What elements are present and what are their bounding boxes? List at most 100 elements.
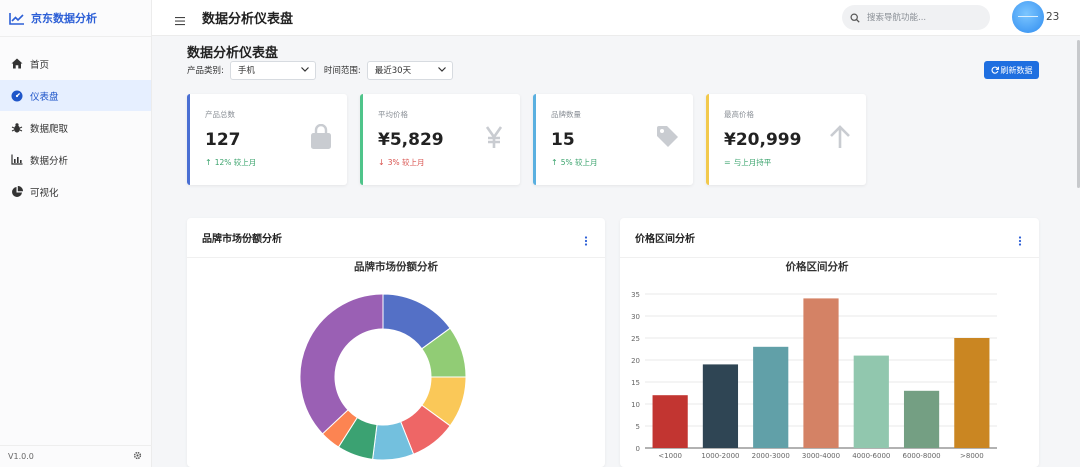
tag-icon: [655, 124, 679, 150]
sidebar-item-label: 仪表盘: [30, 91, 59, 103]
gear-icon[interactable]: [133, 451, 142, 462]
topbar-title: 数据分析仪表盘: [202, 12, 294, 27]
bar[interactable]: [954, 338, 990, 448]
price-range-chart: 价格区间分析 0 5 10 15 20 25 30 35 <1000 1000-2000 2000-3…: [631, 260, 997, 460]
bar[interactable]: [652, 395, 688, 448]
arrow-down-icon: ↓: [378, 158, 385, 167]
stat-trend-text: 3% 较上月: [387, 158, 425, 167]
more-options-icon[interactable]: [581, 232, 591, 246]
y-tick-label: 0: [636, 445, 640, 453]
x-tick-label: 3000-4000: [802, 452, 840, 460]
range-label: 时间范围:: [323, 66, 361, 76]
chart-title: 价格区间分析: [786, 260, 849, 273]
arrow-up-icon: ↑: [551, 158, 558, 167]
stat-card-products: 产品总数 127 ↑ 12% 较上月: [187, 94, 347, 185]
brand-title: 京东数据分析: [31, 12, 97, 25]
sidebar-footer: V1.0.0: [0, 445, 152, 467]
brand-share-chart: 品牌市场份额分析: [299, 260, 467, 461]
sidebar-item-analysis[interactable]: 数据分析: [0, 144, 151, 175]
panel-header: 品牌市场份额分析: [187, 218, 605, 258]
stat-value: ¥20,999: [724, 130, 802, 150]
chevron-down-icon: [300, 65, 309, 75]
sidebar-item-visualize[interactable]: 可视化: [0, 176, 151, 207]
bar[interactable]: [853, 355, 889, 448]
x-tick-label: 1000-2000: [701, 452, 739, 460]
y-tick-label: 10: [631, 401, 640, 409]
x-tick-label: <1000: [658, 452, 682, 460]
stat-value: 127: [205, 130, 241, 150]
panel-title: 价格区间分析: [635, 234, 695, 245]
equals-icon: =: [724, 158, 731, 167]
stat-trend-text: 与上月持平: [733, 158, 772, 167]
search-box[interactable]: [842, 5, 990, 30]
panel-header: 价格区间分析: [620, 218, 1039, 258]
pie-slice[interactable]: [299, 293, 384, 435]
stat-label: 产品总数: [205, 110, 235, 119]
search-input[interactable]: [865, 11, 987, 24]
stat-label: 最高价格: [724, 110, 754, 119]
stat-value: ¥5,829: [378, 130, 444, 150]
stat-trend: ↑ 5% 较上月: [551, 157, 598, 168]
stat-trend-text: 5% 较上月: [560, 158, 598, 167]
sidebar-item-home[interactable]: 首页: [0, 48, 151, 79]
range-select[interactable]: 最近30天: [366, 60, 453, 80]
bar[interactable]: [803, 298, 839, 448]
sidebar-item-crawl[interactable]: 数据爬取: [0, 112, 151, 143]
more-options-icon[interactable]: [1015, 232, 1025, 246]
chart-line-icon: [9, 12, 24, 25]
stat-value: 15: [551, 130, 575, 150]
sidebar-item-label: 数据分析: [30, 155, 69, 167]
range-select-value: 最近30天: [374, 66, 412, 76]
stat-trend-text: 12% 较上月: [214, 158, 257, 167]
topbar: 数据分析仪表盘 23: [152, 0, 1080, 36]
menu-toggle-icon[interactable]: [175, 11, 186, 26]
x-tick-label: 2000-3000: [752, 452, 790, 460]
y-tick-label: 30: [631, 313, 640, 321]
refresh-button[interactable]: 刷新数据: [984, 61, 1039, 79]
arrow-up-icon: [828, 124, 852, 150]
y-tick-label: 20: [631, 357, 640, 365]
y-tick-label: 35: [631, 291, 640, 299]
user-name-text[interactable]: 23: [1046, 11, 1059, 23]
stat-label: 平均价格: [378, 110, 408, 119]
arrow-up-icon: ↑: [205, 158, 212, 167]
sidebar-item-label: 数据爬取: [30, 123, 69, 135]
refresh-label: 刷新数据: [1000, 65, 1033, 75]
bug-icon: [10, 121, 23, 134]
category-select[interactable]: 手机: [229, 60, 316, 80]
panel-brand-share: 品牌市场份额分析 品牌市场份额分析: [187, 218, 605, 467]
x-tick-label: 4000-6000: [852, 452, 890, 460]
sidebar-item-label: 首页: [30, 59, 50, 71]
version-label: V1.0.0: [8, 452, 34, 461]
bar[interactable]: [753, 346, 789, 448]
y-tick-label: 25: [631, 335, 640, 343]
bag-icon: [309, 123, 333, 150]
refresh-icon: [990, 66, 999, 74]
category-label: 产品类别:: [187, 66, 224, 76]
bar[interactable]: [702, 364, 739, 448]
chevron-down-icon: [437, 65, 446, 75]
stat-card-brands: 品牌数量 15 ↑ 5% 较上月: [533, 94, 693, 185]
avatar[interactable]: [1012, 1, 1044, 33]
bar[interactable]: [903, 390, 940, 448]
yen-icon: [482, 124, 506, 150]
stat-trend: = 与上月持平: [724, 157, 771, 168]
stat-trend: ↑ 12% 较上月: [205, 157, 256, 168]
home-icon: [10, 57, 23, 70]
category-select-value: 手机: [237, 66, 255, 76]
stat-trend: ↓ 3% 较上月: [378, 157, 425, 168]
sidebar-nav: 首页 仪表盘 数据爬取 数据分析 可视化: [0, 48, 151, 207]
search-icon: [850, 8, 860, 27]
page-title: 数据分析仪表盘: [187, 46, 279, 61]
sidebar: 京东数据分析 首页 仪表盘 数据爬取 数据分析 可视化 V1.0.0: [0, 0, 152, 467]
x-tick-label: >8000: [960, 452, 984, 460]
sidebar-item-dashboard[interactable]: 仪表盘: [0, 80, 151, 111]
y-tick-label: 5: [636, 423, 640, 431]
chart-bar-icon: [10, 153, 23, 166]
filter-row: 产品类别: 手机 时间范围: 最近30天: [187, 60, 453, 80]
panel-price-range: 价格区间分析 价格区间分析 0 5 10 15 20 25 30 35 <1000 1000-200…: [620, 218, 1039, 467]
brand[interactable]: 京东数据分析: [0, 0, 151, 37]
y-tick-label: 15: [631, 379, 640, 387]
dashboard-icon: [10, 89, 23, 102]
stat-card-avg-price: 平均价格 ¥5,829 ↓ 3% 较上月: [360, 94, 520, 185]
